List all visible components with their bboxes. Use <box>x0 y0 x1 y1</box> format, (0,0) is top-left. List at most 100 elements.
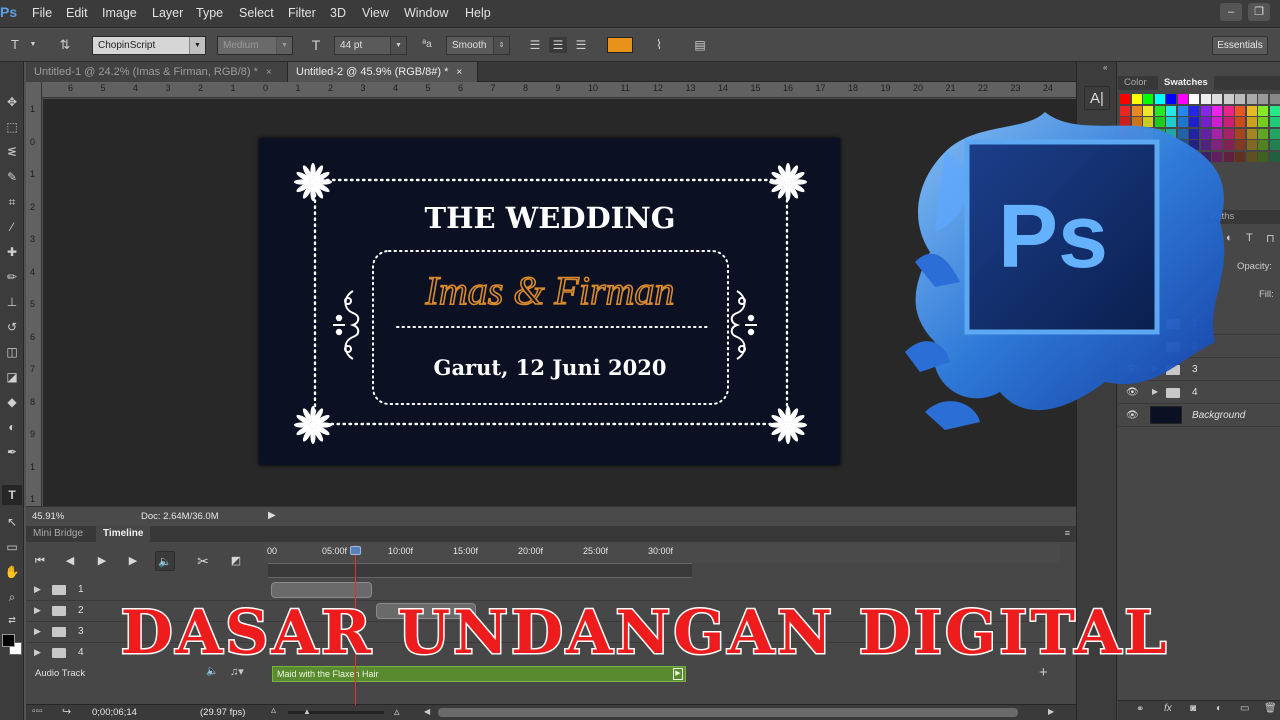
type-tool-icon[interactable]: T <box>6 37 24 53</box>
ruler-horizontal[interactable]: 6 5 4 3 2 1 0 1 2 3 4 5 6 7 8 9 10 11 12 13 14 15 16 17 18 19 20 21… <box>42 82 1076 98</box>
swatch[interactable] <box>1246 128 1257 139</box>
type-tool-icon[interactable]: T <box>2 485 22 505</box>
move-tool-icon[interactable]: ✥ <box>2 92 22 112</box>
menu-view[interactable]: View <box>362 6 389 20</box>
zoom-tool-icon[interactable]: ⌕ <box>2 587 22 607</box>
expand-triangle-icon[interactable]: ▶ <box>34 584 41 595</box>
healing-tool-icon[interactable]: ✚ <box>2 242 22 262</box>
layer-style-icon[interactable]: fx <box>1164 703 1172 714</box>
clip-end-arrow-icon[interactable]: ▶ <box>673 668 683 680</box>
timeline-ruler[interactable]: 00 05:00f 10:00f 15:00f 20:00f 25:00f 30… <box>264 543 1060 563</box>
swatch[interactable] <box>1200 94 1211 104</box>
swatch[interactable] <box>1189 94 1199 104</box>
gradient-tool-icon[interactable]: ◪ <box>2 367 22 387</box>
font-style-select[interactable]: Medium ▼ <box>217 36 293 55</box>
hand-tool-icon[interactable]: ✋ <box>2 562 22 582</box>
work-area-bar[interactable] <box>268 563 692 578</box>
swatch[interactable] <box>1269 105 1280 116</box>
filter-type-icon[interactable]: T <box>1246 232 1253 244</box>
align-left-icon[interactable]: ☰ <box>526 37 544 53</box>
transition-icon[interactable]: ◩ <box>226 551 246 571</box>
swatch[interactable] <box>1269 151 1280 162</box>
menu-layer[interactable]: Layer <box>152 6 183 20</box>
swatch[interactable] <box>1235 140 1245 150</box>
tool-preset-dropdown-icon[interactable]: ▼ <box>24 37 42 53</box>
shape-tool-icon[interactable]: ▭ <box>2 537 22 557</box>
expand-triangle-icon[interactable]: ▶ <box>34 605 41 616</box>
swatch[interactable] <box>1235 105 1245 116</box>
wedding-invitation-document[interactable]: THE WEDDING Imas & Firman Garut, 12 Juni… <box>259 138 840 465</box>
convert-icon[interactable]: ↪ <box>62 705 71 718</box>
menu-type[interactable]: Type <box>196 6 223 20</box>
tab-timeline[interactable]: Timeline <box>96 526 151 542</box>
character-panel-icon[interactable]: A| <box>1084 86 1110 110</box>
status-menu-arrow-icon[interactable]: ▶ <box>268 510 276 521</box>
audio-mute-icon[interactable]: 🔈 <box>155 551 175 571</box>
link-layers-icon[interactable]: ⚭ <box>1136 704 1144 715</box>
swatch[interactable] <box>1269 140 1280 150</box>
eraser-tool-icon[interactable]: ◫ <box>2 342 22 362</box>
font-family-select[interactable]: ChopinScript ▼ <box>92 36 206 55</box>
next-frame-icon[interactable]: ▶ <box>123 551 143 571</box>
swatch[interactable] <box>1235 117 1245 127</box>
swatch[interactable] <box>1235 128 1245 139</box>
swatch[interactable] <box>1258 105 1268 116</box>
swatch[interactable] <box>1177 94 1188 104</box>
close-icon[interactable]: × <box>266 67 272 78</box>
foreground-color-swatch[interactable] <box>2 634 15 647</box>
minimize-icon[interactable]: – <box>1220 3 1242 21</box>
antialias-select[interactable]: Smooth ⇕ <box>446 36 510 55</box>
menu-window[interactable]: Window <box>404 6 448 20</box>
zoom-level[interactable]: 45.91% <box>32 511 64 522</box>
panel-menu-icon[interactable]: ≡ <box>1065 528 1070 538</box>
swatch[interactable] <box>1143 94 1153 104</box>
ruler-vertical[interactable]: 10123456789111 <box>26 82 42 537</box>
font-size-select[interactable]: 44 pt ▼ <box>334 36 407 55</box>
previous-frame-icon[interactable]: ◀ <box>60 551 80 571</box>
swatch[interactable] <box>1235 151 1245 162</box>
swatch[interactable] <box>1246 94 1257 104</box>
swatch[interactable] <box>1258 128 1268 139</box>
zoom-slider-thumb-icon[interactable]: ▲ <box>303 707 311 716</box>
lasso-tool-icon[interactable]: ᓬ <box>2 142 22 162</box>
brush-tool-icon[interactable]: ✏ <box>2 267 22 287</box>
tab-color[interactable]: Color <box>1124 77 1147 88</box>
blur-tool-icon[interactable]: ◆ <box>2 392 22 412</box>
dodge-tool-icon[interactable]: ◐ <box>2 417 22 437</box>
trash-icon[interactable]: 🗑 <box>1264 703 1277 714</box>
scroll-left-icon[interactable]: ◀ <box>424 707 430 716</box>
swatch[interactable] <box>1131 94 1142 104</box>
mask-icon[interactable]: ◙ <box>1190 703 1196 714</box>
layer-clip[interactable] <box>271 582 372 598</box>
foreground-background-colors[interactable] <box>0 632 24 662</box>
audio-clip[interactable]: Maid with the Flaxen Hair ▶ <box>272 666 686 682</box>
swatch[interactable] <box>1258 140 1268 150</box>
zoom-in-mountain-icon[interactable]: ▵ <box>394 705 400 718</box>
toggle-orientation-icon[interactable]: ⇅ <box>56 37 74 53</box>
menu-select[interactable]: Select <box>239 6 274 20</box>
swatch[interactable] <box>1120 94 1130 104</box>
align-right-icon[interactable]: ☰ <box>572 37 590 53</box>
playhead-handle[interactable] <box>350 546 361 555</box>
swatch[interactable] <box>1269 117 1280 127</box>
maximize-icon[interactable]: ❐ <box>1248 3 1270 21</box>
expand-triangle-icon[interactable]: ▶ <box>34 647 41 658</box>
menu-file[interactable]: File <box>32 6 52 20</box>
path-select-tool-icon[interactable]: ↖ <box>2 512 22 532</box>
swatch[interactable] <box>1166 94 1176 104</box>
swap-colors-icon[interactable]: ⇄ <box>2 610 22 630</box>
text-color-swatch[interactable] <box>607 37 633 53</box>
swatch[interactable] <box>1246 105 1257 116</box>
crop-tool-icon[interactable]: ⌗ <box>2 192 22 212</box>
swatch[interactable] <box>1154 94 1165 104</box>
swatch[interactable] <box>1269 94 1280 104</box>
filter-shape-icon[interactable]: ⊓ <box>1266 232 1275 245</box>
swatch[interactable] <box>1258 117 1268 127</box>
swatch[interactable] <box>1258 151 1268 162</box>
scroll-right-icon[interactable]: ▶ <box>1048 707 1054 716</box>
eyedropper-tool-icon[interactable]: ⁄ <box>2 217 22 237</box>
swatch[interactable] <box>1212 94 1222 104</box>
swatch[interactable] <box>1235 94 1245 104</box>
align-center-icon[interactable]: ☰ <box>549 37 567 53</box>
menu-3d[interactable]: 3D <box>330 6 346 20</box>
